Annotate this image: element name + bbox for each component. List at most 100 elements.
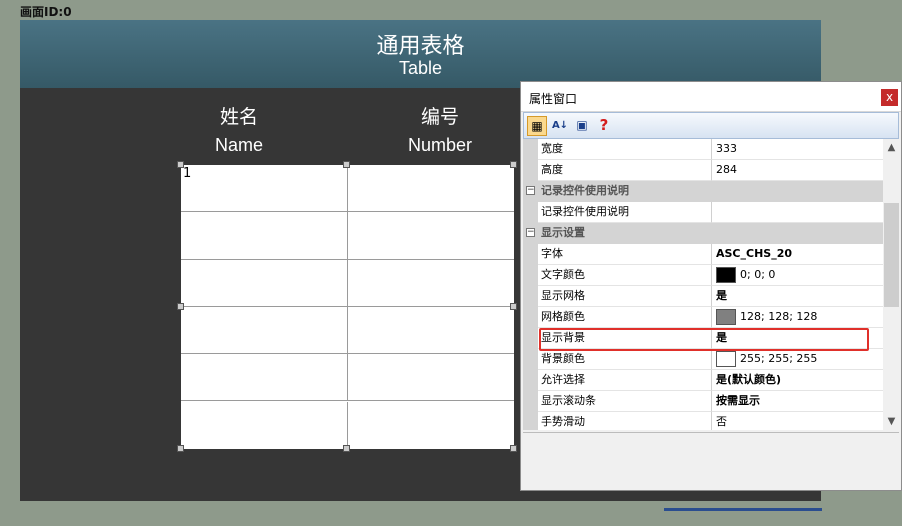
resize-handle[interactable]: [343, 161, 350, 168]
table-control[interactable]: 1: [177, 161, 517, 452]
property-row[interactable]: 字体 ASC_CHS_20: [523, 244, 883, 265]
property-value[interactable]: 255; 255; 255: [712, 349, 883, 370]
property-value[interactable]: 是(默认颜色): [712, 370, 883, 391]
row-gutter: [523, 307, 538, 328]
category-label: 记录控件使用说明: [541, 184, 629, 197]
row-gutter: [523, 265, 538, 286]
resize-handle[interactable]: [510, 161, 517, 168]
row-gutter: [523, 391, 538, 412]
scroll-down-icon[interactable]: ▼: [883, 413, 900, 430]
table-cell[interactable]: [348, 307, 514, 355]
resize-handle[interactable]: [177, 161, 184, 168]
property-row[interactable]: 宽度 333: [523, 139, 883, 160]
row-gutter: [523, 412, 538, 430]
column-header-name: 姓名 Name: [159, 102, 319, 156]
property-row[interactable]: 网格颜色 128; 128; 128: [523, 307, 883, 328]
table-cell[interactable]: [181, 259, 348, 307]
property-value[interactable]: 0; 0; 0: [712, 265, 883, 286]
table-cell[interactable]: [181, 401, 348, 449]
category-label: 显示设置: [541, 226, 585, 239]
help-icon[interactable]: ?: [594, 116, 614, 136]
canvas-bar: [664, 508, 822, 511]
row-gutter: [523, 286, 538, 307]
canvas-header: 通用表格 Table: [20, 20, 821, 88]
property-value-text: 0; 0; 0: [740, 268, 776, 281]
property-value-text: 284: [716, 163, 737, 176]
canvas-title-cn: 通用表格: [376, 34, 465, 59]
scroll-thumb[interactable]: [884, 203, 899, 307]
property-category[interactable]: − 显示设置: [523, 223, 883, 244]
property-name: 背景颜色: [538, 349, 712, 370]
property-category[interactable]: − 记录控件使用说明: [523, 181, 883, 202]
resize-handle[interactable]: [343, 445, 350, 452]
table-cell[interactable]: [181, 212, 348, 260]
row-gutter: [523, 139, 538, 160]
column-header-cn: 姓名: [219, 106, 258, 128]
resize-handle[interactable]: [510, 303, 517, 310]
property-value[interactable]: [712, 202, 883, 223]
property-value[interactable]: 否: [712, 412, 883, 430]
property-scrollbar[interactable]: ▲ ▼: [883, 139, 900, 430]
table-cell[interactable]: [348, 402, 514, 449]
property-value[interactable]: 333: [712, 139, 883, 160]
property-window[interactable]: 属性窗口 x ▦ A↓ ▣ ? 宽度 333 高度 284− 记录控件使用说明 记录控件使…: [520, 81, 902, 491]
property-row[interactable]: 允许选择 是(默认颜色): [523, 370, 883, 391]
table-cell[interactable]: [348, 354, 514, 402]
column-header-cn: 编号: [420, 106, 459, 128]
color-swatch[interactable]: [716, 267, 736, 283]
property-row[interactable]: 背景颜色 255; 255; 255: [523, 349, 883, 370]
property-value-text: ASC_CHS_20: [716, 247, 793, 260]
property-window-title: 属性窗口: [529, 92, 578, 106]
scroll-up-icon[interactable]: ▲: [883, 139, 900, 156]
column-header-number: 编号 Number: [360, 102, 520, 156]
property-value-text: 是(默认颜色): [716, 373, 782, 386]
property-name: 允许选择: [538, 370, 712, 391]
property-name: 显示网格: [538, 286, 712, 307]
property-grid[interactable]: 宽度 333 高度 284− 记录控件使用说明 记录控件使用说明 − 显示设置 字体 ASC_CH…: [523, 139, 883, 430]
property-value[interactable]: 按需显示: [712, 391, 883, 412]
highlight-box: [539, 328, 869, 351]
column-header-en: Number: [407, 135, 473, 155]
resize-handle[interactable]: [177, 445, 184, 452]
property-row[interactable]: 显示网格是: [523, 286, 883, 307]
table-cell[interactable]: [181, 165, 348, 213]
collapse-icon[interactable]: −: [526, 186, 535, 195]
alphabetical-sort-icon[interactable]: A↓: [550, 116, 570, 136]
property-row[interactable]: 记录控件使用说明: [523, 202, 883, 223]
property-value[interactable]: 128; 128; 128: [712, 307, 883, 328]
property-name: 显示滚动条: [538, 391, 712, 412]
close-button[interactable]: x: [881, 89, 898, 106]
property-value[interactable]: 284: [712, 160, 883, 181]
screen-id-label: 画面ID:0: [20, 5, 72, 19]
property-window-titlebar[interactable]: 属性窗口 x: [521, 82, 901, 112]
row-gutter: [523, 328, 538, 349]
property-row[interactable]: 显示滚动条 按需显示: [523, 391, 883, 412]
row-gutter: [523, 202, 538, 223]
property-name: 文字颜色: [538, 265, 712, 286]
resize-handle[interactable]: [510, 445, 517, 452]
table-cell[interactable]: [348, 165, 514, 213]
column-header-en: Name: [214, 135, 263, 155]
property-value-text: 按需显示: [716, 394, 760, 407]
property-value[interactable]: ASC_CHS_20: [712, 244, 883, 265]
property-row[interactable]: 高度 284: [523, 160, 883, 181]
property-pages-icon[interactable]: ▣: [572, 116, 592, 136]
collapse-icon[interactable]: −: [526, 228, 535, 237]
property-row[interactable]: 手势滑动否: [523, 412, 883, 430]
property-name: 手势滑动: [538, 412, 712, 430]
table-cell[interactable]: [181, 354, 348, 402]
color-swatch[interactable]: [716, 351, 736, 367]
row-gutter: [523, 160, 538, 181]
property-value[interactable]: 是: [712, 286, 883, 307]
resize-handle[interactable]: [177, 303, 184, 310]
property-toolbar: ▦ A↓ ▣ ?: [523, 112, 899, 139]
table-cell[interactable]: [348, 212, 514, 260]
categorized-icon[interactable]: ▦: [527, 116, 547, 136]
color-swatch[interactable]: [716, 309, 736, 325]
property-name: 高度: [538, 160, 712, 181]
property-value-text: 是: [716, 289, 727, 302]
property-row[interactable]: 文字颜色 0; 0; 0: [523, 265, 883, 286]
row-gutter: [523, 370, 538, 391]
table-cell[interactable]: [348, 260, 514, 307]
table-cell[interactable]: [181, 306, 348, 355]
